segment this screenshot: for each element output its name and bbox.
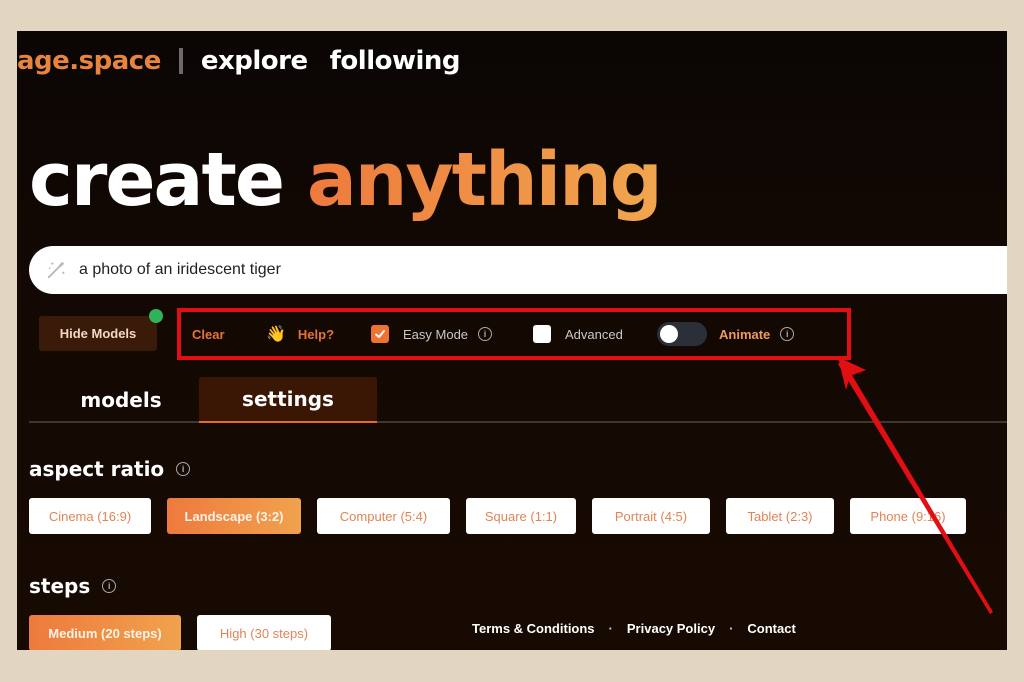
waving-hand-icon: 👋: [266, 326, 286, 343]
steps-heading: steps i: [29, 574, 117, 598]
tab-bar: models settings: [29, 377, 1007, 423]
aspect-option-landscape[interactable]: Landscape (3:2): [167, 498, 301, 534]
easy-mode-control: Easy Mode i: [371, 325, 493, 343]
aspect-ratio-title: aspect ratio: [29, 457, 165, 481]
clear-button[interactable]: Clear: [192, 325, 225, 343]
info-icon[interactable]: i: [176, 462, 191, 476]
easy-mode-checkbox[interactable]: [371, 325, 389, 343]
magic-wand-icon: [47, 262, 65, 279]
nav-link-following[interactable]: following: [330, 46, 461, 76]
hide-models-button[interactable]: Hide Models: [39, 316, 157, 351]
aspect-option-cinema[interactable]: Cinema (16:9): [29, 498, 151, 534]
footer-link-privacy[interactable]: Privacy Policy: [627, 621, 715, 636]
hero-title: create anything: [29, 143, 663, 217]
info-icon[interactable]: i: [102, 579, 117, 593]
advanced-label: Advanced: [565, 326, 623, 342]
aspect-option-computer[interactable]: Computer (5:4): [317, 498, 450, 534]
aspect-option-phone[interactable]: Phone (9:16): [850, 498, 966, 534]
aspect-option-portrait[interactable]: Portrait (4:5): [592, 498, 710, 534]
top-nav: age.space explore following: [17, 41, 482, 81]
footer-link-contact[interactable]: Contact: [747, 621, 795, 636]
footer-separator: ·: [608, 621, 613, 636]
aspect-ratio-heading: aspect ratio i: [29, 457, 191, 481]
tab-models[interactable]: models: [41, 377, 201, 423]
nav-link-explore[interactable]: explore: [201, 46, 308, 76]
help-button[interactable]: 👋 Help?: [266, 325, 334, 343]
prompt-input[interactable]: [79, 261, 879, 279]
aspect-option-tablet[interactable]: Tablet (2:3): [726, 498, 834, 534]
animate-control: Animate i: [657, 322, 795, 346]
app-window: age.space explore following create anyth…: [17, 31, 1007, 650]
info-icon[interactable]: i: [478, 327, 493, 341]
hero-word-anything: anything: [306, 137, 663, 223]
animate-label: Animate: [719, 326, 771, 342]
footer-links: Terms & Conditions · Privacy Policy · Co…: [472, 621, 796, 636]
prompt-bar: [29, 246, 1007, 294]
advanced-checkbox[interactable]: [533, 325, 551, 343]
steps-title: steps: [29, 574, 91, 598]
footer-link-terms[interactable]: Terms & Conditions: [472, 621, 595, 636]
status-dot: [149, 309, 163, 323]
help-label: Help?: [297, 326, 335, 342]
aspect-option-square[interactable]: Square (1:1): [466, 498, 576, 534]
advanced-control: Advanced: [533, 325, 623, 343]
animate-toggle[interactable]: [657, 322, 707, 346]
hero-word-create: create: [29, 137, 285, 223]
steps-options: Medium (20 steps) High (30 steps): [29, 615, 347, 650]
brand-logo[interactable]: age.space: [17, 46, 161, 76]
toggle-knob: [660, 325, 678, 343]
steps-option-medium[interactable]: Medium (20 steps): [29, 615, 181, 650]
steps-option-high[interactable]: High (30 steps): [197, 615, 331, 650]
footer-separator: ·: [729, 621, 734, 636]
nav-divider: [178, 48, 183, 74]
info-icon[interactable]: i: [780, 327, 795, 341]
checkmark-icon: [375, 330, 385, 338]
aspect-ratio-options: Cinema (16:9) Landscape (3:2) Computer (…: [29, 498, 982, 534]
tab-settings[interactable]: settings: [199, 377, 377, 423]
easy-mode-label: Easy Mode: [403, 326, 469, 342]
